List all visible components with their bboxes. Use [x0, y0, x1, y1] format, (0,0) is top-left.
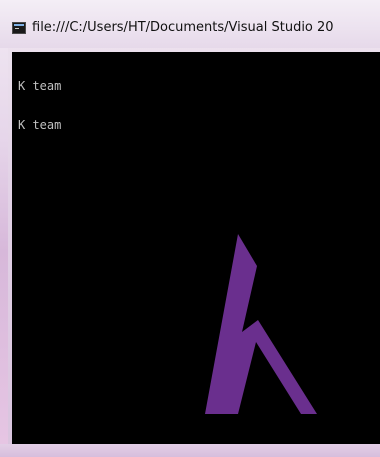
- console-window: file:///C:/Users/HT/Documents/Visual Stu…: [0, 0, 380, 457]
- window-left-border: [0, 0, 8, 457]
- logo-glyph: [205, 234, 317, 414]
- console-app-icon[interactable]: [12, 22, 26, 34]
- title-bar[interactable]: file:///C:/Users/HT/Documents/Visual Stu…: [0, 0, 380, 48]
- console-output-area[interactable]: K team K team: [12, 52, 380, 444]
- window-title: file:///C:/Users/HT/Documents/Visual Stu…: [32, 20, 334, 35]
- window-bottom-border: [0, 444, 380, 457]
- k-team-logo-icon: [205, 234, 317, 414]
